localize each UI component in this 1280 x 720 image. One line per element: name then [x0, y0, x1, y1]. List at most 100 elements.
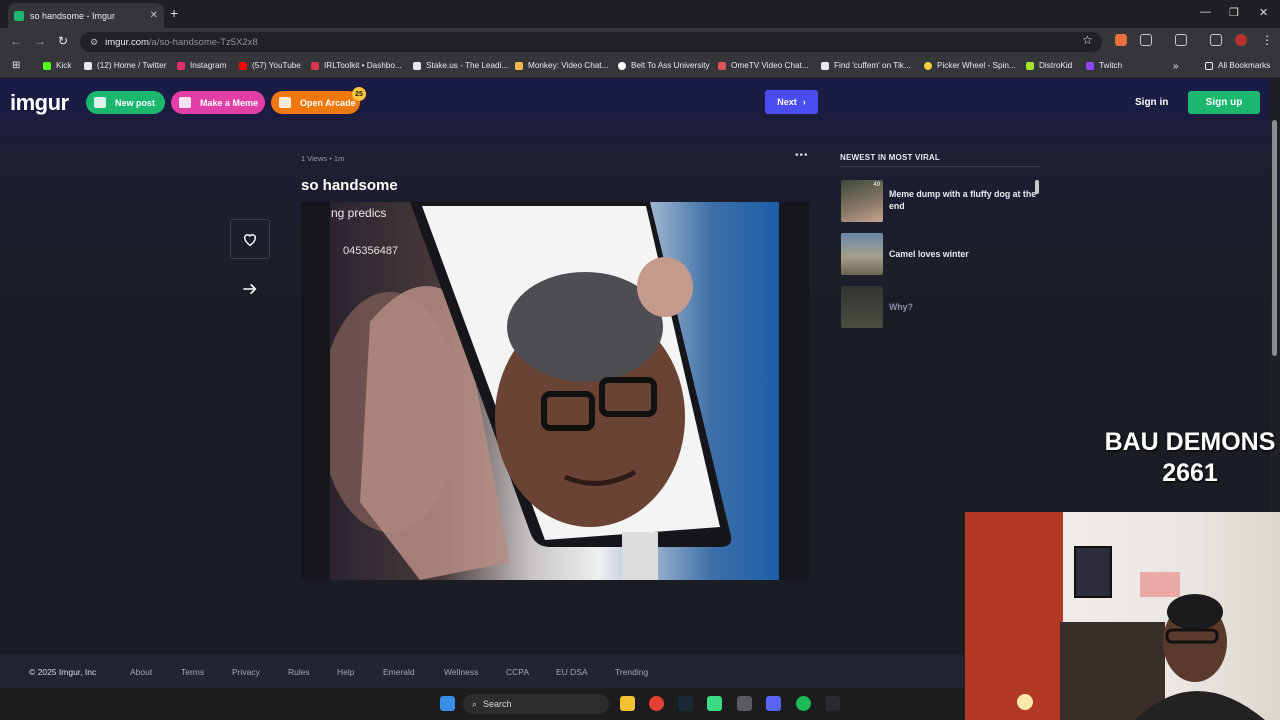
bookmark-item[interactable]: Stake.us - The Leadi... [413, 61, 508, 70]
bookmark-item[interactable]: Belt To Ass University [618, 61, 710, 70]
reload-icon[interactable]: ↻ [58, 34, 68, 48]
sidebar-scroll-indicator[interactable] [1035, 180, 1039, 194]
footer-link[interactable]: Rules [288, 667, 310, 677]
bookmark-label: OmeTV Video Chat... [731, 61, 809, 70]
footer-link[interactable]: Emerald [383, 667, 415, 677]
minimize-icon[interactable]: — [1200, 6, 1211, 18]
make-meme-button[interactable]: Make a Meme [171, 91, 265, 114]
discord-icon[interactable] [766, 696, 781, 711]
bookmark-item[interactable]: (12) Home / Twitter [84, 61, 166, 70]
post-meta: 1 Views • 1m [301, 154, 345, 163]
chevron-right-icon: › [802, 97, 806, 107]
footer-link[interactable]: About [130, 667, 152, 677]
back-icon[interactable]: ← [10, 34, 22, 48]
more-bookmarks-icon[interactable]: » [1173, 61, 1179, 72]
make-meme-label: Make a Meme [200, 97, 259, 108]
footer-link[interactable]: Wellness [444, 667, 478, 677]
media-controls-icon[interactable] [1210, 34, 1222, 46]
profile-avatar-icon[interactable] [1235, 34, 1247, 46]
bookmark-label: Find 'cuffem' on Tik... [834, 61, 911, 70]
app-icon[interactable] [707, 696, 722, 711]
bookmark-item[interactable]: Twitch [1086, 61, 1122, 70]
new-post-button[interactable]: New post [86, 91, 165, 114]
terminal-icon[interactable] [825, 696, 840, 711]
bookmark-star-icon[interactable]: ☆ [1082, 33, 1093, 47]
sidebar-post-item[interactable]: Camel loves winter [841, 233, 1041, 275]
bookmark-label: Kick [56, 61, 72, 70]
sidebar-post-item[interactable]: Why? [841, 286, 1041, 328]
folder-icon [1205, 61, 1213, 70]
all-bookmarks-button[interactable]: All Bookmarks [1205, 61, 1270, 70]
gamepad-icon [279, 97, 291, 108]
maximize-icon[interactable]: ❐ [1229, 6, 1239, 19]
site-info-icon[interactable]: ⚙ [90, 37, 98, 48]
overlay-line-2: 2661 [1162, 459, 1218, 487]
bookmark-item[interactable]: DistroKid [1026, 61, 1072, 70]
extension-icon[interactable] [1115, 34, 1127, 46]
footer-copyright: © 2025 Imgur, Inc [29, 667, 97, 677]
post-thumbnail [841, 233, 883, 275]
post-thumbnail [841, 286, 883, 328]
new-tab-icon[interactable]: + [170, 5, 178, 21]
bookmark-label: Picker Wheel - Spin... [937, 61, 1016, 70]
bookmark-item[interactable]: Instagram [177, 61, 226, 70]
footer-link[interactable]: Help [337, 667, 354, 677]
page-scrollbar-thumb[interactable] [1272, 120, 1277, 356]
bookmark-label: Stake.us - The Leadi... [426, 61, 509, 70]
sidebar-post-item[interactable]: 49 Meme dump with a fluffy dog at the en… [841, 180, 1041, 222]
forward-icon[interactable]: → [34, 34, 46, 48]
footer-link[interactable]: EU DSA [556, 667, 588, 677]
extensions-puzzle-icon[interactable] [1140, 34, 1152, 46]
next-button[interactable]: Next › [765, 90, 818, 114]
instagram-icon [177, 61, 185, 70]
side-panel-icon[interactable] [1175, 34, 1187, 46]
more-options-icon[interactable]: ••• [795, 150, 809, 161]
footer-link[interactable]: Terms [181, 667, 204, 677]
browser-menu-icon[interactable]: ⋮ [1261, 33, 1273, 47]
file-explorer-icon[interactable] [620, 696, 635, 711]
bookmark-label: DistroKid [1039, 61, 1073, 70]
footer-link[interactable]: Privacy [232, 667, 260, 677]
close-tab-icon[interactable]: ✕ [150, 10, 158, 21]
share-button[interactable] [242, 282, 258, 301]
footer-link[interactable]: CCPA [506, 667, 529, 677]
browser-tab[interactable]: so handsome - Imgur ✕ [8, 3, 164, 28]
bookmark-label: Belt To Ass University [631, 61, 710, 70]
chrome-icon[interactable] [649, 696, 664, 711]
imgur-logo[interactable]: imgur [10, 90, 69, 116]
post-image[interactable] [330, 202, 779, 580]
sidebar-heading: NEWEST IN MOST VIRAL [840, 153, 940, 162]
stake-icon [413, 61, 421, 70]
bookmark-item[interactable]: IRLToolkit • Dashbo... [311, 61, 402, 70]
sign-up-button[interactable]: Sign up [1188, 91, 1260, 114]
bookmark-item[interactable]: Picker Wheel - Spin... [924, 61, 1016, 70]
new-post-label: New post [115, 97, 156, 108]
bookmark-item[interactable]: OmeTV Video Chat... [718, 61, 809, 70]
bookmark-item[interactable]: Kick [43, 61, 71, 70]
taskbar-search-label: Search [483, 699, 512, 709]
app-icon[interactable] [737, 696, 752, 711]
twitch-icon [1086, 61, 1094, 70]
plus-icon [94, 97, 106, 108]
all-bookmarks-label: All Bookmarks [1218, 61, 1271, 70]
image-caption-text: ng predics [331, 206, 387, 220]
sign-in-link[interactable]: Sign in [1135, 97, 1168, 108]
browser-tab-strip [0, 0, 1280, 28]
bookmark-item[interactable]: Monkey: Video Chat... [515, 61, 608, 70]
picker-wheel-icon [924, 61, 932, 70]
arcade-badge: 25 [352, 87, 366, 101]
open-arcade-button[interactable]: Open Arcade [271, 91, 360, 114]
webcam-scene [965, 512, 1265, 720]
like-button[interactable] [230, 219, 270, 259]
taskbar-search[interactable]: ⌕ Search [463, 694, 609, 714]
bookmark-item[interactable]: Find 'cuffem' on Tik... [821, 61, 911, 70]
spotify-icon[interactable] [796, 696, 811, 711]
address-bar[interactable]: ⚙ imgur.com/a/so-handsome-Tz5X2x8 [80, 32, 1102, 52]
close-window-icon[interactable]: ✕ [1259, 6, 1268, 19]
apps-grid-icon[interactable]: ⊞ [12, 60, 20, 71]
windows-start-icon[interactable] [440, 696, 455, 711]
steam-icon[interactable] [678, 696, 693, 711]
footer-link[interactable]: Trending [615, 667, 648, 677]
bookmark-item[interactable]: (57) YouTube [239, 61, 301, 70]
bookmark-label: (57) YouTube [252, 61, 301, 70]
